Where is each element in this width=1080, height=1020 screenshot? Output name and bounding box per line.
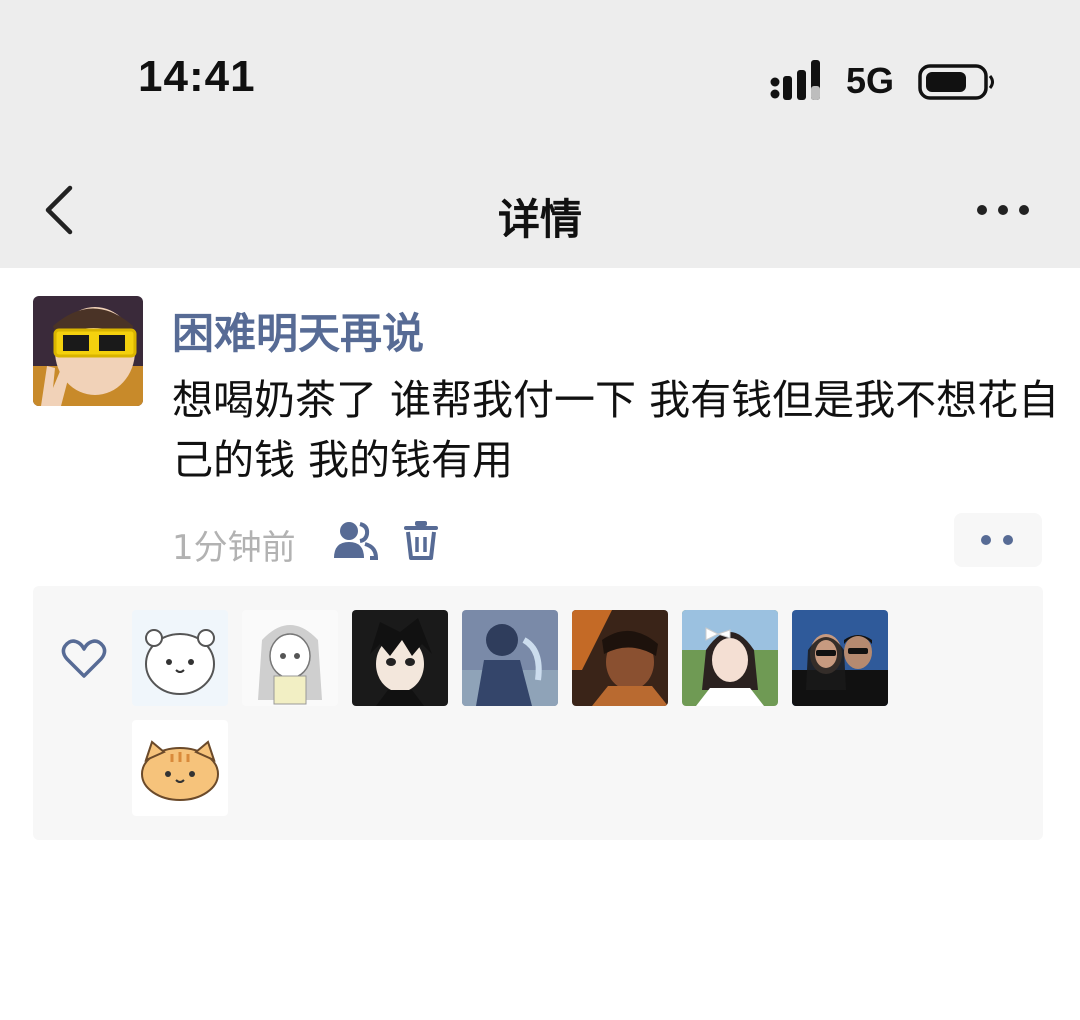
more-dots-icon[interactable] bbox=[968, 190, 1038, 230]
liker-avatar[interactable] bbox=[462, 610, 558, 706]
battery-icon bbox=[918, 64, 994, 100]
comment-like-dots-icon bbox=[981, 535, 1013, 545]
post-time: 1分钟前 bbox=[172, 528, 296, 568]
liker-avatar[interactable] bbox=[242, 610, 338, 706]
nav-bar: 详情 bbox=[0, 160, 1080, 268]
liker-avatar[interactable] bbox=[792, 610, 888, 706]
liker-avatar[interactable] bbox=[682, 610, 778, 706]
post-text: 想喝奶茶了 谁帮我付一下 我有钱但是我不想花自己的钱 我的钱有用 bbox=[172, 376, 1060, 484]
heart-outline-icon bbox=[61, 639, 107, 678]
status-time: 14:41 bbox=[138, 52, 256, 101]
privacy-friends-icon bbox=[334, 522, 378, 560]
likes-panel bbox=[33, 586, 1043, 840]
network-type: 5G bbox=[846, 60, 895, 101]
liker-avatar[interactable] bbox=[132, 720, 228, 816]
status-bar: 14:41 5G bbox=[0, 0, 1080, 160]
author-avatar[interactable] bbox=[33, 296, 143, 406]
comment-like-button[interactable] bbox=[954, 513, 1042, 567]
page-title: 详情 bbox=[497, 195, 582, 244]
author-name[interactable]: 困难明天再说 bbox=[172, 300, 424, 361]
signal-icon bbox=[770, 60, 820, 100]
liker-avatar[interactable] bbox=[132, 610, 228, 706]
liker-avatar[interactable] bbox=[352, 610, 448, 706]
trash-icon[interactable] bbox=[402, 520, 440, 560]
liker-avatar[interactable] bbox=[572, 610, 668, 706]
